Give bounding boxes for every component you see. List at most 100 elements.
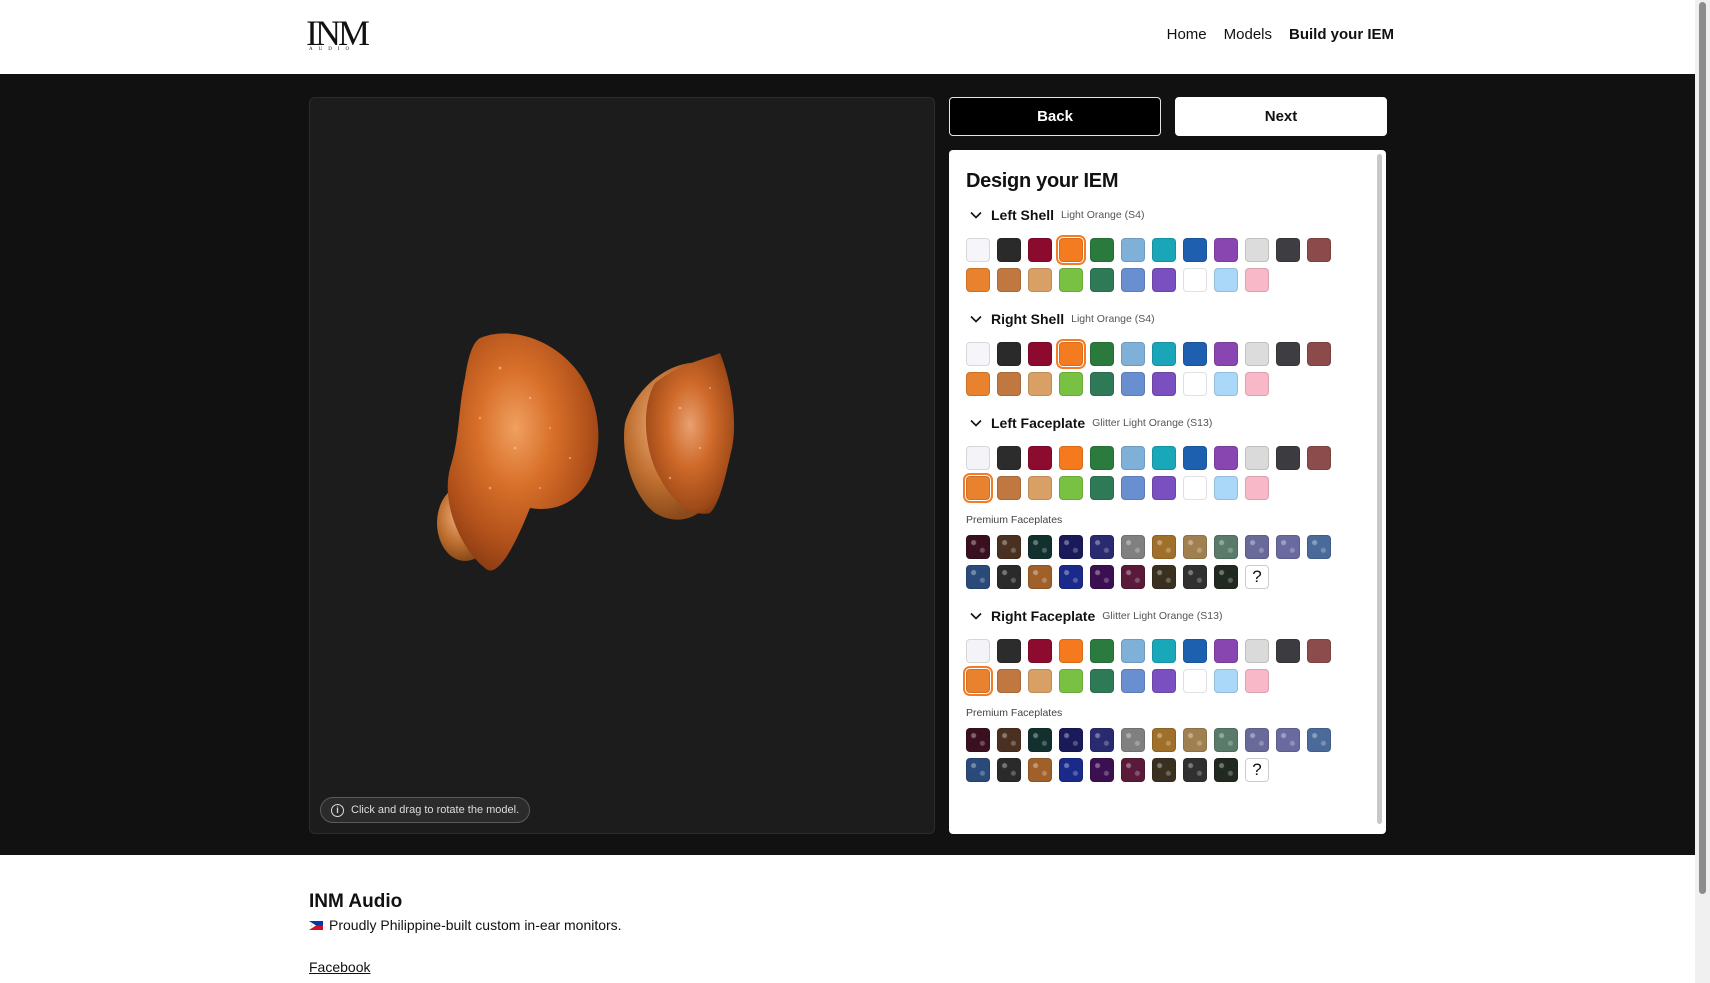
- color-swatch[interactable]: [1152, 342, 1176, 366]
- color-swatch[interactable]: [1183, 342, 1207, 366]
- color-swatch[interactable]: [1059, 446, 1083, 470]
- chevron-down-icon[interactable]: [969, 416, 983, 430]
- premium-faceplate-swatch[interactable]: [1183, 535, 1207, 559]
- color-swatch[interactable]: [1090, 669, 1114, 693]
- premium-faceplate-swatch[interactable]: [997, 535, 1021, 559]
- premium-faceplate-swatch[interactable]: [1028, 535, 1052, 559]
- premium-faceplate-swatch[interactable]: [1152, 758, 1176, 782]
- color-swatch[interactable]: [966, 342, 990, 366]
- section-right-faceplate[interactable]: Right Faceplate Glitter Light Orange (S1…: [966, 607, 1375, 625]
- section-left-faceplate[interactable]: Left Faceplate Glitter Light Orange (S13…: [966, 414, 1375, 432]
- color-swatch[interactable]: [1214, 639, 1238, 663]
- color-swatch[interactable]: [1152, 238, 1176, 262]
- color-swatch[interactable]: [1121, 372, 1145, 396]
- color-swatch[interactable]: [1028, 268, 1052, 292]
- premium-faceplate-swatch[interactable]: [1090, 728, 1114, 752]
- premium-faceplate-swatch[interactable]: [1059, 728, 1083, 752]
- color-swatch[interactable]: [966, 446, 990, 470]
- color-swatch[interactable]: [966, 238, 990, 262]
- premium-faceplate-swatch[interactable]: [1152, 535, 1176, 559]
- premium-faceplate-swatch[interactable]: [1276, 728, 1300, 752]
- custom-faceplate-swatch[interactable]: ?: [1245, 565, 1269, 589]
- color-swatch[interactable]: [1028, 238, 1052, 262]
- color-swatch[interactable]: [1152, 669, 1176, 693]
- color-swatch[interactable]: [1028, 476, 1052, 500]
- color-swatch[interactable]: [1121, 476, 1145, 500]
- color-swatch[interactable]: [1028, 639, 1052, 663]
- color-swatch[interactable]: [1183, 476, 1207, 500]
- color-swatch[interactable]: [1307, 446, 1331, 470]
- color-swatch[interactable]: [1121, 268, 1145, 292]
- color-swatch[interactable]: [1183, 639, 1207, 663]
- color-swatch[interactable]: [1214, 372, 1238, 396]
- nav-home[interactable]: Home: [1167, 26, 1207, 43]
- premium-faceplate-swatch[interactable]: [1214, 758, 1238, 782]
- color-swatch[interactable]: [1152, 372, 1176, 396]
- color-swatch[interactable]: [1245, 372, 1269, 396]
- color-swatch[interactable]: [997, 476, 1021, 500]
- color-swatch[interactable]: [1245, 238, 1269, 262]
- premium-faceplate-swatch[interactable]: [966, 565, 990, 589]
- color-swatch[interactable]: [1056, 235, 1086, 265]
- premium-faceplate-swatch[interactable]: [1183, 565, 1207, 589]
- color-swatch[interactable]: [1090, 342, 1114, 366]
- premium-faceplate-swatch[interactable]: [1121, 565, 1145, 589]
- color-swatch[interactable]: [1183, 372, 1207, 396]
- premium-faceplate-swatch[interactable]: [1307, 535, 1331, 559]
- color-swatch[interactable]: [1090, 238, 1114, 262]
- premium-faceplate-swatch[interactable]: [1214, 535, 1238, 559]
- color-swatch[interactable]: [1121, 669, 1145, 693]
- color-swatch[interactable]: [997, 342, 1021, 366]
- color-swatch[interactable]: [1276, 342, 1300, 366]
- panel-scrollbar[interactable]: [1377, 154, 1382, 824]
- premium-faceplate-swatch[interactable]: [1121, 758, 1145, 782]
- premium-faceplate-swatch[interactable]: [1121, 728, 1145, 752]
- premium-faceplate-swatch[interactable]: [1245, 728, 1269, 752]
- premium-faceplate-swatch[interactable]: [1090, 758, 1114, 782]
- color-swatch[interactable]: [997, 268, 1021, 292]
- premium-faceplate-swatch[interactable]: [1183, 728, 1207, 752]
- section-right-shell[interactable]: Right Shell Light Orange (S4): [966, 310, 1375, 328]
- color-swatch[interactable]: [1214, 476, 1238, 500]
- color-swatch[interactable]: [1059, 476, 1083, 500]
- premium-faceplate-swatch[interactable]: [966, 535, 990, 559]
- premium-faceplate-swatch[interactable]: [1183, 758, 1207, 782]
- premium-faceplate-swatch[interactable]: [1121, 535, 1145, 559]
- color-swatch[interactable]: [1183, 669, 1207, 693]
- premium-faceplate-swatch[interactable]: [1028, 758, 1052, 782]
- color-swatch[interactable]: [997, 639, 1021, 663]
- color-swatch[interactable]: [1121, 342, 1145, 366]
- iem-3d-model[interactable]: [420, 328, 820, 588]
- premium-faceplate-swatch[interactable]: [1059, 758, 1083, 782]
- color-swatch[interactable]: [1059, 372, 1083, 396]
- color-swatch[interactable]: [1121, 446, 1145, 470]
- color-swatch[interactable]: [1214, 268, 1238, 292]
- color-swatch[interactable]: [1307, 342, 1331, 366]
- premium-faceplate-swatch[interactable]: [1307, 728, 1331, 752]
- color-swatch[interactable]: [963, 473, 993, 503]
- color-swatch[interactable]: [1028, 372, 1052, 396]
- color-swatch[interactable]: [1214, 342, 1238, 366]
- color-swatch[interactable]: [1245, 268, 1269, 292]
- premium-faceplate-swatch[interactable]: [1059, 535, 1083, 559]
- premium-faceplate-swatch[interactable]: [1214, 728, 1238, 752]
- color-swatch[interactable]: [1059, 669, 1083, 693]
- model-viewer[interactable]: i Click and drag to rotate the model.: [309, 97, 935, 834]
- color-swatch[interactable]: [1245, 342, 1269, 366]
- color-swatch[interactable]: [1214, 238, 1238, 262]
- page-scrollbar-thumb[interactable]: [1699, 2, 1706, 894]
- nav-models[interactable]: Models: [1224, 26, 1272, 43]
- color-swatch[interactable]: [966, 268, 990, 292]
- color-swatch[interactable]: [1214, 446, 1238, 470]
- color-swatch[interactable]: [1028, 342, 1052, 366]
- color-swatch[interactable]: [1059, 639, 1083, 663]
- color-swatch[interactable]: [1276, 446, 1300, 470]
- premium-faceplate-swatch[interactable]: [1059, 565, 1083, 589]
- premium-faceplate-swatch[interactable]: [1090, 565, 1114, 589]
- premium-faceplate-swatch[interactable]: [1028, 565, 1052, 589]
- color-swatch[interactable]: [1214, 669, 1238, 693]
- color-swatch[interactable]: [1245, 476, 1269, 500]
- color-swatch[interactable]: [997, 669, 1021, 693]
- color-swatch[interactable]: [1028, 669, 1052, 693]
- premium-faceplate-swatch[interactable]: [1276, 535, 1300, 559]
